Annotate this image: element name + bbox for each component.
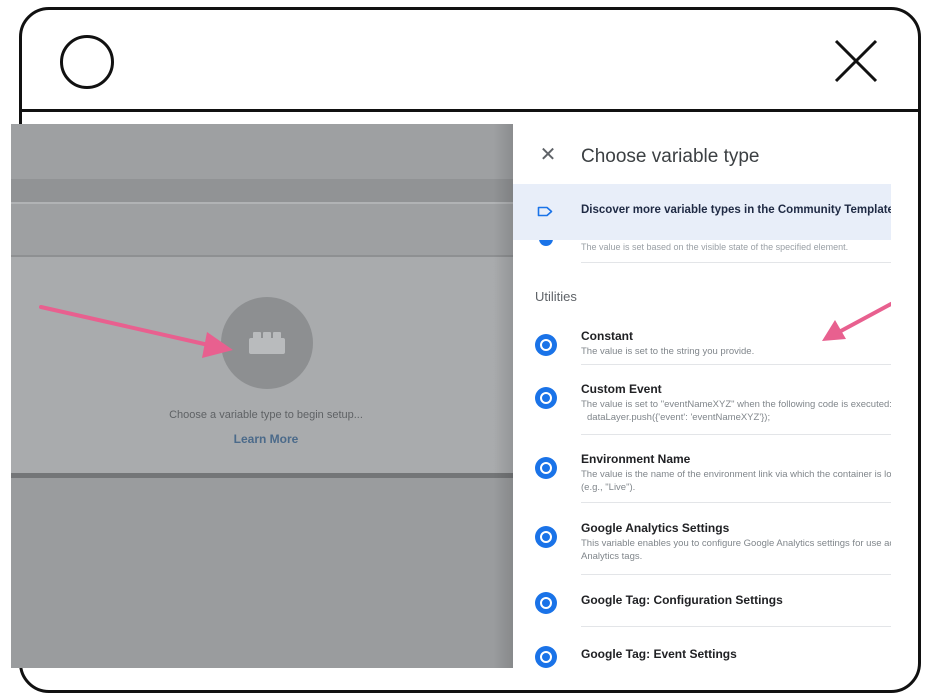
item-description: The value is set to the string you provi…: [581, 345, 891, 358]
variable-type-item[interactable]: Google Tag: Event Settings: [513, 646, 891, 668]
item-description-line: dataLayer.push({'event': 'eventNameXYZ'}…: [587, 412, 771, 423]
section-heading-utilities: Utilities: [535, 289, 577, 304]
gear-icon: [535, 387, 557, 409]
community-gallery-text: Discover more variable types in the Comm…: [581, 204, 891, 216]
item-description-line: Analytics tags.: [581, 551, 643, 562]
variable-type-item[interactable]: Google Analytics Settings This variable e…: [513, 521, 891, 563]
variable-type-item[interactable]: Custom Event The value is set to "eventNa…: [513, 382, 891, 424]
circle-icon[interactable]: [60, 35, 114, 89]
item-title: Constant: [581, 329, 633, 343]
divider: [581, 626, 891, 627]
gear-icon: [539, 240, 553, 246]
divider: [581, 502, 891, 503]
close-icon[interactable]: ✕: [537, 144, 559, 166]
item-description-line: The value is set to "eventNameXYZ" when …: [581, 399, 891, 410]
screenshot-content: Choose a variable type to begin setup...…: [11, 124, 891, 668]
gear-icon: [535, 334, 557, 356]
window-titlebar: [22, 10, 918, 112]
item-title: Google Tag: Event Settings: [581, 647, 737, 661]
item-description: The value is set based on the visible st…: [581, 242, 849, 252]
setup-hint-text: Choose a variable type to begin setup...: [169, 409, 363, 421]
divider: [581, 574, 891, 575]
item-title: Google Analytics Settings: [581, 521, 730, 535]
gear-icon: [535, 457, 557, 479]
item-description: The value is the name of the environment…: [581, 468, 891, 494]
variable-editor-background: Choose a variable type to begin setup...…: [11, 124, 513, 668]
item-description-line: The value is set to the string you provi…: [581, 346, 755, 357]
item-description: The value is set to "eventNameXYZ" when …: [581, 398, 891, 424]
close-x-icon[interactable]: [832, 37, 880, 85]
panel-title: Choose variable type: [581, 146, 760, 167]
item-title: Environment Name: [581, 452, 691, 466]
gear-icon: [535, 646, 557, 668]
item-description-line: This variable enables you to configure G…: [581, 538, 891, 549]
variable-type-item[interactable]: Google Tag: Configuration Settings: [513, 592, 891, 633]
tag-icon: [537, 206, 553, 217]
gear-icon: [535, 592, 557, 614]
item-description: This variable enables you to configure G…: [581, 537, 891, 563]
item-title: Google Tag: Configuration Settings: [581, 593, 783, 607]
item-description-line: The value is the name of the environment…: [581, 469, 891, 480]
divider: [581, 434, 891, 435]
gear-icon: [535, 526, 557, 548]
choose-variable-type-panel: ✕ Choose variable type Discover more var…: [513, 124, 891, 668]
item-title: Custom Event: [581, 382, 662, 396]
variable-type-item[interactable]: Constant The value is set to the string y…: [513, 329, 891, 369]
learn-more-link[interactable]: Learn More: [186, 432, 346, 446]
variable-type-item[interactable]: Environment Name The value is the name of…: [513, 452, 891, 494]
divider: [581, 364, 891, 365]
community-gallery-banner[interactable]: Discover more variable types in the Comm…: [513, 184, 891, 240]
lego-brick-icon[interactable]: [221, 297, 313, 389]
list-item[interactable]: The value is set based on the visible st…: [513, 240, 891, 258]
item-description-line: (e.g., "Live").: [581, 482, 636, 493]
